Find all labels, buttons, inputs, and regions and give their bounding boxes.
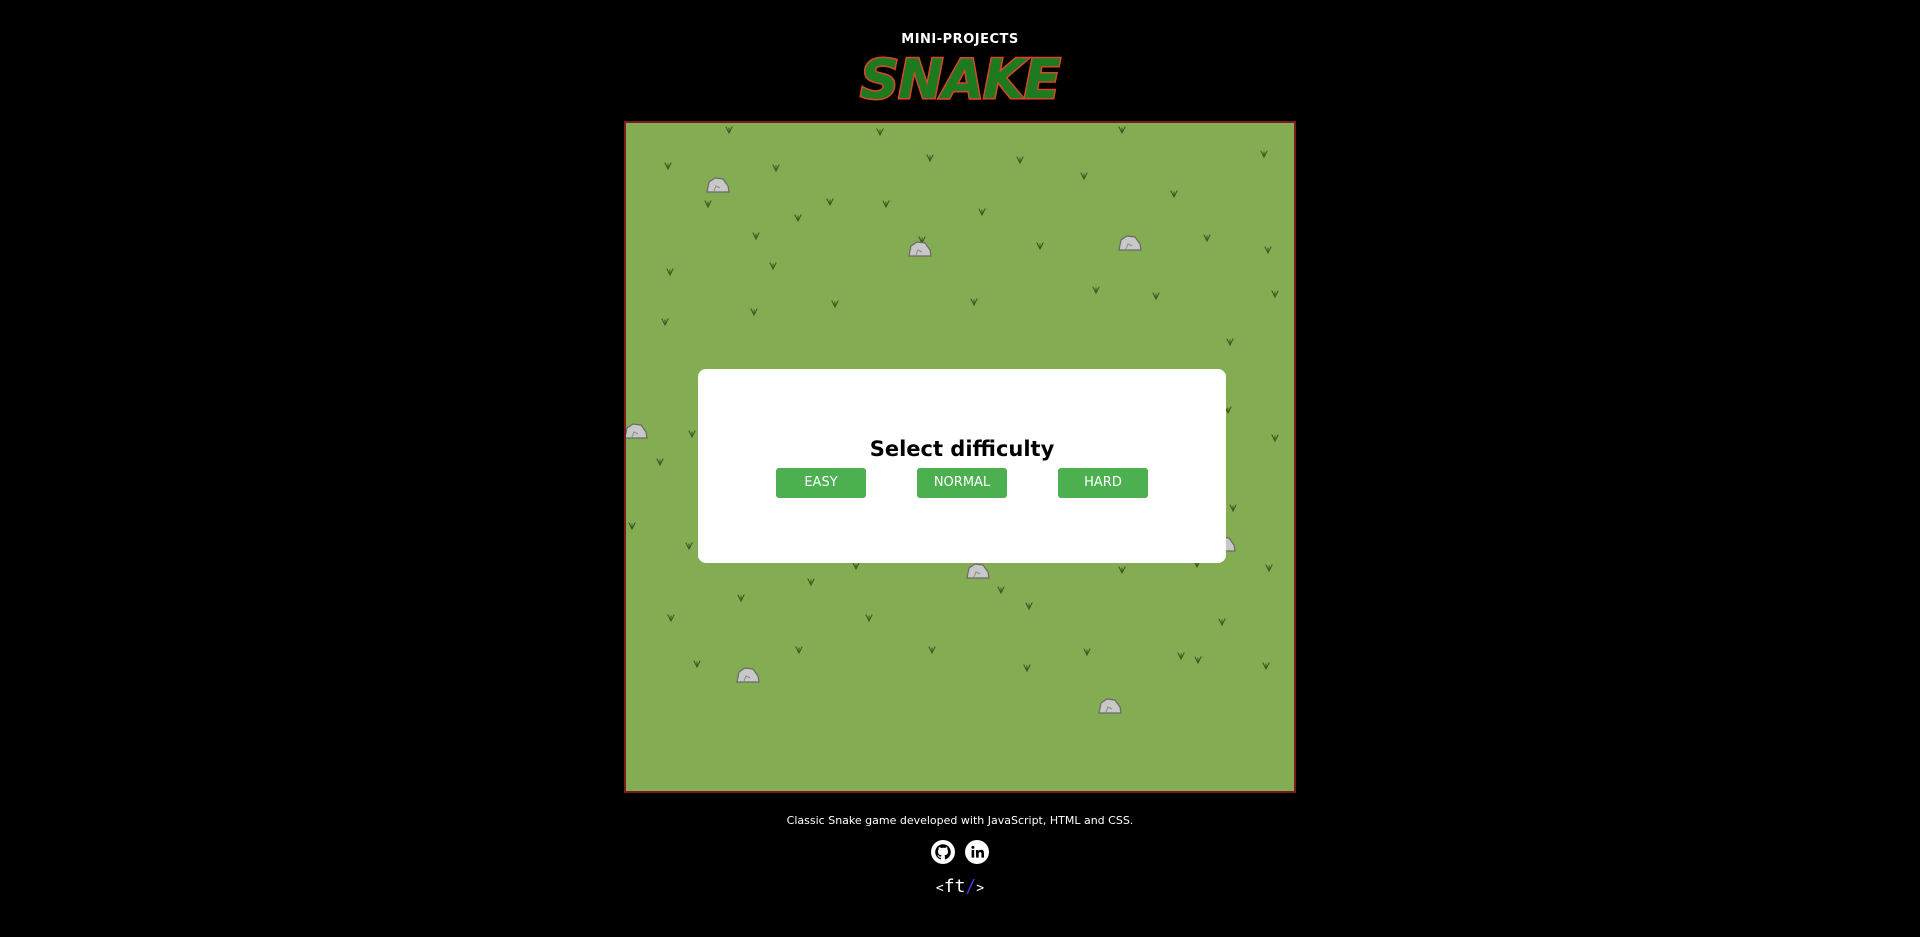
grass-tuft	[664, 162, 672, 171]
grass-tuft	[928, 646, 936, 655]
grass-tuft	[1271, 434, 1279, 443]
game-board: Select difficulty EASY NORMAL HARD	[624, 121, 1296, 793]
grass-tuft	[772, 164, 780, 173]
grass-tuft	[666, 268, 674, 277]
grass-tuft	[807, 578, 815, 587]
rock	[908, 241, 932, 257]
rock	[1118, 235, 1142, 251]
logo-title: SNAKE	[859, 47, 1064, 111]
grass-tuft	[661, 318, 669, 327]
linkedin-icon[interactable]	[965, 840, 989, 864]
grass-tuft	[795, 646, 803, 655]
grass-tuft	[1229, 504, 1237, 513]
grass-tuft	[1080, 172, 1088, 181]
grass-tuft	[1271, 290, 1279, 299]
grass-tuft	[1260, 150, 1268, 159]
normal-button[interactable]: NORMAL	[917, 468, 1007, 498]
github-icon[interactable]	[931, 840, 955, 864]
difficulty-modal: Select difficulty EASY NORMAL HARD	[698, 369, 1226, 563]
grass-tuft	[628, 522, 636, 531]
grass-tuft	[1203, 234, 1211, 243]
grass-tuft	[1262, 662, 1270, 671]
grass-tuft	[970, 298, 978, 307]
grass-tuft	[1170, 190, 1178, 199]
grass-tuft	[1118, 126, 1126, 135]
grass-tuft	[685, 542, 693, 551]
grass-tuft	[693, 660, 701, 669]
grass-tuft	[752, 232, 760, 241]
grass-tuft	[750, 308, 758, 317]
grass-tuft	[1226, 338, 1234, 347]
grass-tuft	[865, 614, 873, 623]
rock	[626, 423, 648, 439]
grass-tuft	[1023, 664, 1031, 673]
footer-description: Classic Snake game developed with JavaSc…	[786, 814, 1134, 827]
grass-tuft	[852, 562, 860, 571]
grass-tuft	[1152, 292, 1160, 301]
grass-tuft	[1118, 566, 1126, 575]
rock	[966, 563, 990, 579]
grass-tuft	[704, 200, 712, 209]
rock	[736, 667, 760, 683]
rock	[1098, 698, 1122, 714]
grass-tuft	[1036, 242, 1044, 251]
grass-tuft	[1016, 156, 1024, 165]
game-page: MINI-PROJECTS SNAKE Select difficulty EA…	[0, 0, 1920, 937]
rock	[706, 177, 730, 193]
logo-subtitle: MINI-PROJECTS	[901, 32, 1019, 47]
modal-title: Select difficulty	[869, 437, 1055, 461]
grass-tuft	[926, 154, 934, 163]
author-logo[interactable]: <ft/>	[935, 876, 985, 897]
grass-tuft	[667, 614, 675, 623]
grass-tuft	[882, 200, 890, 209]
easy-button[interactable]: EASY	[776, 468, 866, 498]
grass-tuft	[978, 208, 986, 217]
snake-logo: MINI-PROJECTS SNAKE	[855, 32, 1065, 110]
grass-tuft	[656, 458, 664, 467]
grass-tuft	[826, 198, 834, 207]
grass-tuft	[688, 430, 696, 439]
grass-tuft	[725, 126, 733, 135]
grass-tuft	[1025, 602, 1033, 611]
grass-tuft	[876, 128, 884, 137]
grass-tuft	[769, 262, 777, 271]
grass-tuft	[1194, 656, 1202, 665]
grass-tuft	[831, 300, 839, 309]
grass-tuft	[794, 214, 802, 223]
grass-tuft	[1177, 652, 1185, 661]
grass-tuft	[1265, 564, 1273, 573]
grass-tuft	[1083, 648, 1091, 657]
grass-tuft	[1092, 286, 1100, 295]
grass-tuft	[1218, 618, 1226, 627]
logo-title-text: SNAKE	[860, 48, 1061, 110]
hard-button[interactable]: HARD	[1058, 468, 1148, 498]
grass-tuft	[1264, 246, 1272, 255]
grass-tuft	[737, 594, 745, 603]
grass-tuft	[997, 586, 1005, 595]
